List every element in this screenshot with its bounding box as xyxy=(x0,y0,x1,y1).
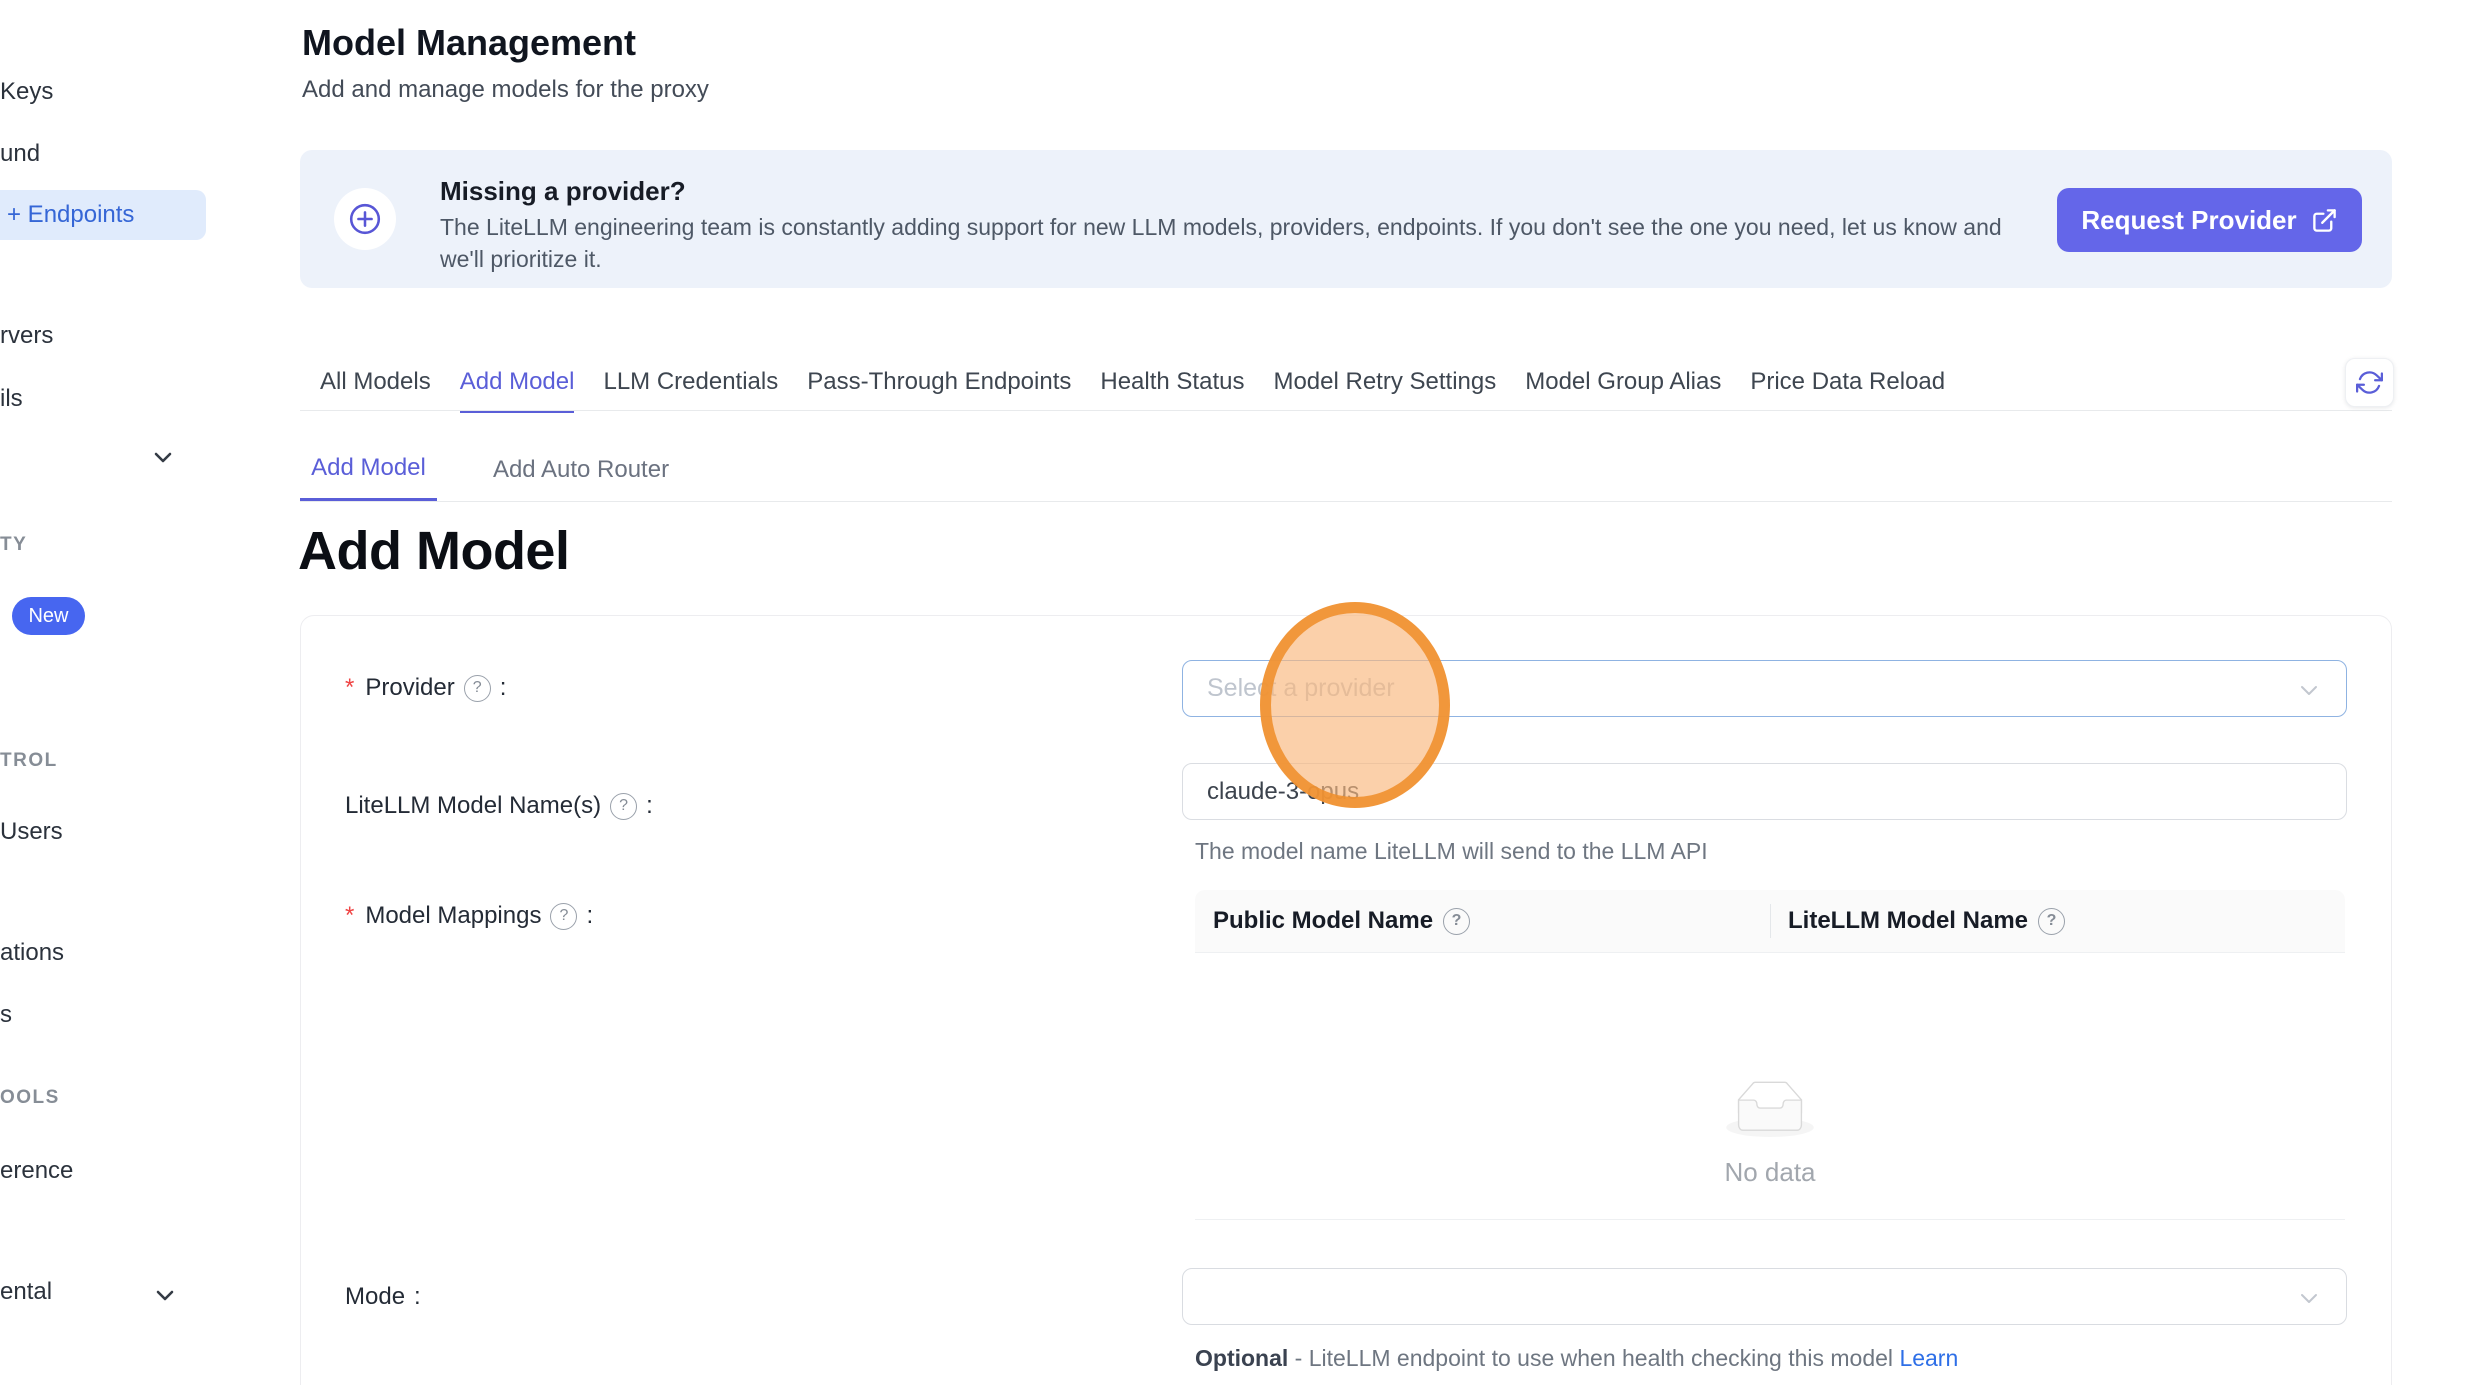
provider-select[interactable]: Select a provider xyxy=(1182,660,2347,717)
new-badge-label: New xyxy=(28,605,68,628)
help-icon[interactable]: ? xyxy=(610,793,637,820)
chevron-down-icon[interactable] xyxy=(152,1282,178,1308)
table-empty-body: No data xyxy=(1195,953,2345,1220)
required-marker: * xyxy=(345,902,354,930)
page: Keys und + Endpoints rvers ils TY New TR… xyxy=(0,0,2477,1385)
banner-title: Missing a provider? xyxy=(440,176,686,207)
tab-llm-credentials[interactable]: LLM Credentials xyxy=(603,358,778,412)
chevron-down-icon xyxy=(2296,677,2322,703)
tab-model-group-alias[interactable]: Model Group Alias xyxy=(1525,358,1721,412)
page-title: Model Management xyxy=(302,22,636,64)
inbox-empty-icon xyxy=(1726,1081,1814,1137)
tab-model-retry-settings[interactable]: Model Retry Settings xyxy=(1273,358,1496,412)
sidebar-section-ty: TY xyxy=(0,534,27,556)
banner-text-line1: The LiteLLM engineering team is constant… xyxy=(440,214,2002,241)
learn-more-link[interactable]: Learn xyxy=(1899,1345,1958,1371)
sidebar-item-endpoints-label: + Endpoints xyxy=(7,201,134,229)
help-icon[interactable]: ? xyxy=(2038,908,2065,935)
subtab-add-model[interactable]: Add Model xyxy=(300,438,437,501)
provider-label: * Provider ? : xyxy=(345,674,506,702)
add-model-heading: Add Model xyxy=(298,520,569,582)
help-icon[interactable]: ? xyxy=(464,675,491,702)
mode-helper: Optional - LiteLLM endpoint to use when … xyxy=(1195,1345,1958,1372)
tab-bar: All Models Add Model LLM Credentials Pas… xyxy=(300,358,2392,411)
chevron-down-icon xyxy=(2296,1285,2322,1311)
tab-all-models[interactable]: All Models xyxy=(320,358,431,412)
column-litellm-model-name: LiteLLM Model Name ? xyxy=(1770,907,2345,935)
tab-add-model[interactable]: Add Model xyxy=(460,358,575,413)
sidebar-item-users[interactable]: Users xyxy=(0,818,63,846)
chevron-down-icon[interactable] xyxy=(150,444,176,470)
model-name-helper: The model name LiteLLM will send to the … xyxy=(1195,838,1708,865)
model-mappings-table: Public Model Name ? LiteLLM Model Name ? xyxy=(1195,890,2345,1220)
sidebar-item-experimental[interactable]: ental xyxy=(0,1278,52,1306)
banner-text-line2: we'll prioritize it. xyxy=(440,246,602,273)
sidebar-section-ools: OOLS xyxy=(0,1087,60,1109)
model-name-label: LiteLLM Model Name(s) ? : xyxy=(345,792,653,820)
sidebar-item-teams[interactable]: s xyxy=(0,1001,12,1029)
sidebar-item-und[interactable]: und xyxy=(0,140,40,168)
sub-tab-bar: Add Model Add Auto Router xyxy=(300,438,2392,502)
sidebar-section-trol: TROL xyxy=(0,750,58,772)
external-link-icon xyxy=(2311,207,2338,234)
tab-pass-through-endpoints[interactable]: Pass-Through Endpoints xyxy=(807,358,1071,412)
mode-helper-optional: Optional xyxy=(1195,1345,1288,1371)
page-subtitle: Add and manage models for the proxy xyxy=(302,76,709,104)
sidebar-item-servers[interactable]: rvers xyxy=(0,322,53,350)
sidebar-item-endpoints-active[interactable]: + Endpoints xyxy=(0,190,206,240)
provider-placeholder: Select a provider xyxy=(1207,674,1395,703)
subtab-add-auto-router[interactable]: Add Auto Router xyxy=(490,438,672,501)
sidebar-item-inference[interactable]: erence xyxy=(0,1157,73,1185)
mode-select[interactable] xyxy=(1182,1268,2347,1325)
model-mappings-label: * Model Mappings ? : xyxy=(345,902,593,930)
plus-circle-icon xyxy=(334,188,396,250)
help-icon[interactable]: ? xyxy=(1443,908,1470,935)
required-marker: * xyxy=(345,674,354,702)
sidebar-item-keys[interactable]: Keys xyxy=(0,78,53,106)
column-divider xyxy=(1770,904,1771,938)
model-name-input[interactable]: claude-3-opus xyxy=(1182,763,2347,820)
help-icon[interactable]: ? xyxy=(550,903,577,930)
model-name-value: claude-3-opus xyxy=(1207,778,1359,806)
no-data-text: No data xyxy=(1724,1157,1815,1188)
tab-health-status[interactable]: Health Status xyxy=(1100,358,1244,412)
sidebar-item-guardrails[interactable]: ils xyxy=(0,385,23,413)
sidebar-item-organizations[interactable]: ations xyxy=(0,939,64,967)
tab-price-data-reload[interactable]: Price Data Reload xyxy=(1750,358,1945,412)
column-public-model-name: Public Model Name ? xyxy=(1195,907,1770,935)
missing-provider-banner: Missing a provider? The LiteLLM engineer… xyxy=(300,150,2392,288)
refresh-icon xyxy=(2356,369,2383,396)
request-provider-label: Request Provider xyxy=(2081,205,2296,236)
new-badge: New xyxy=(12,597,85,635)
refresh-button[interactable] xyxy=(2345,358,2394,407)
request-provider-button[interactable]: Request Provider xyxy=(2057,188,2362,252)
table-header: Public Model Name ? LiteLLM Model Name ? xyxy=(1195,890,2345,953)
mode-label: Mode : xyxy=(345,1283,421,1311)
